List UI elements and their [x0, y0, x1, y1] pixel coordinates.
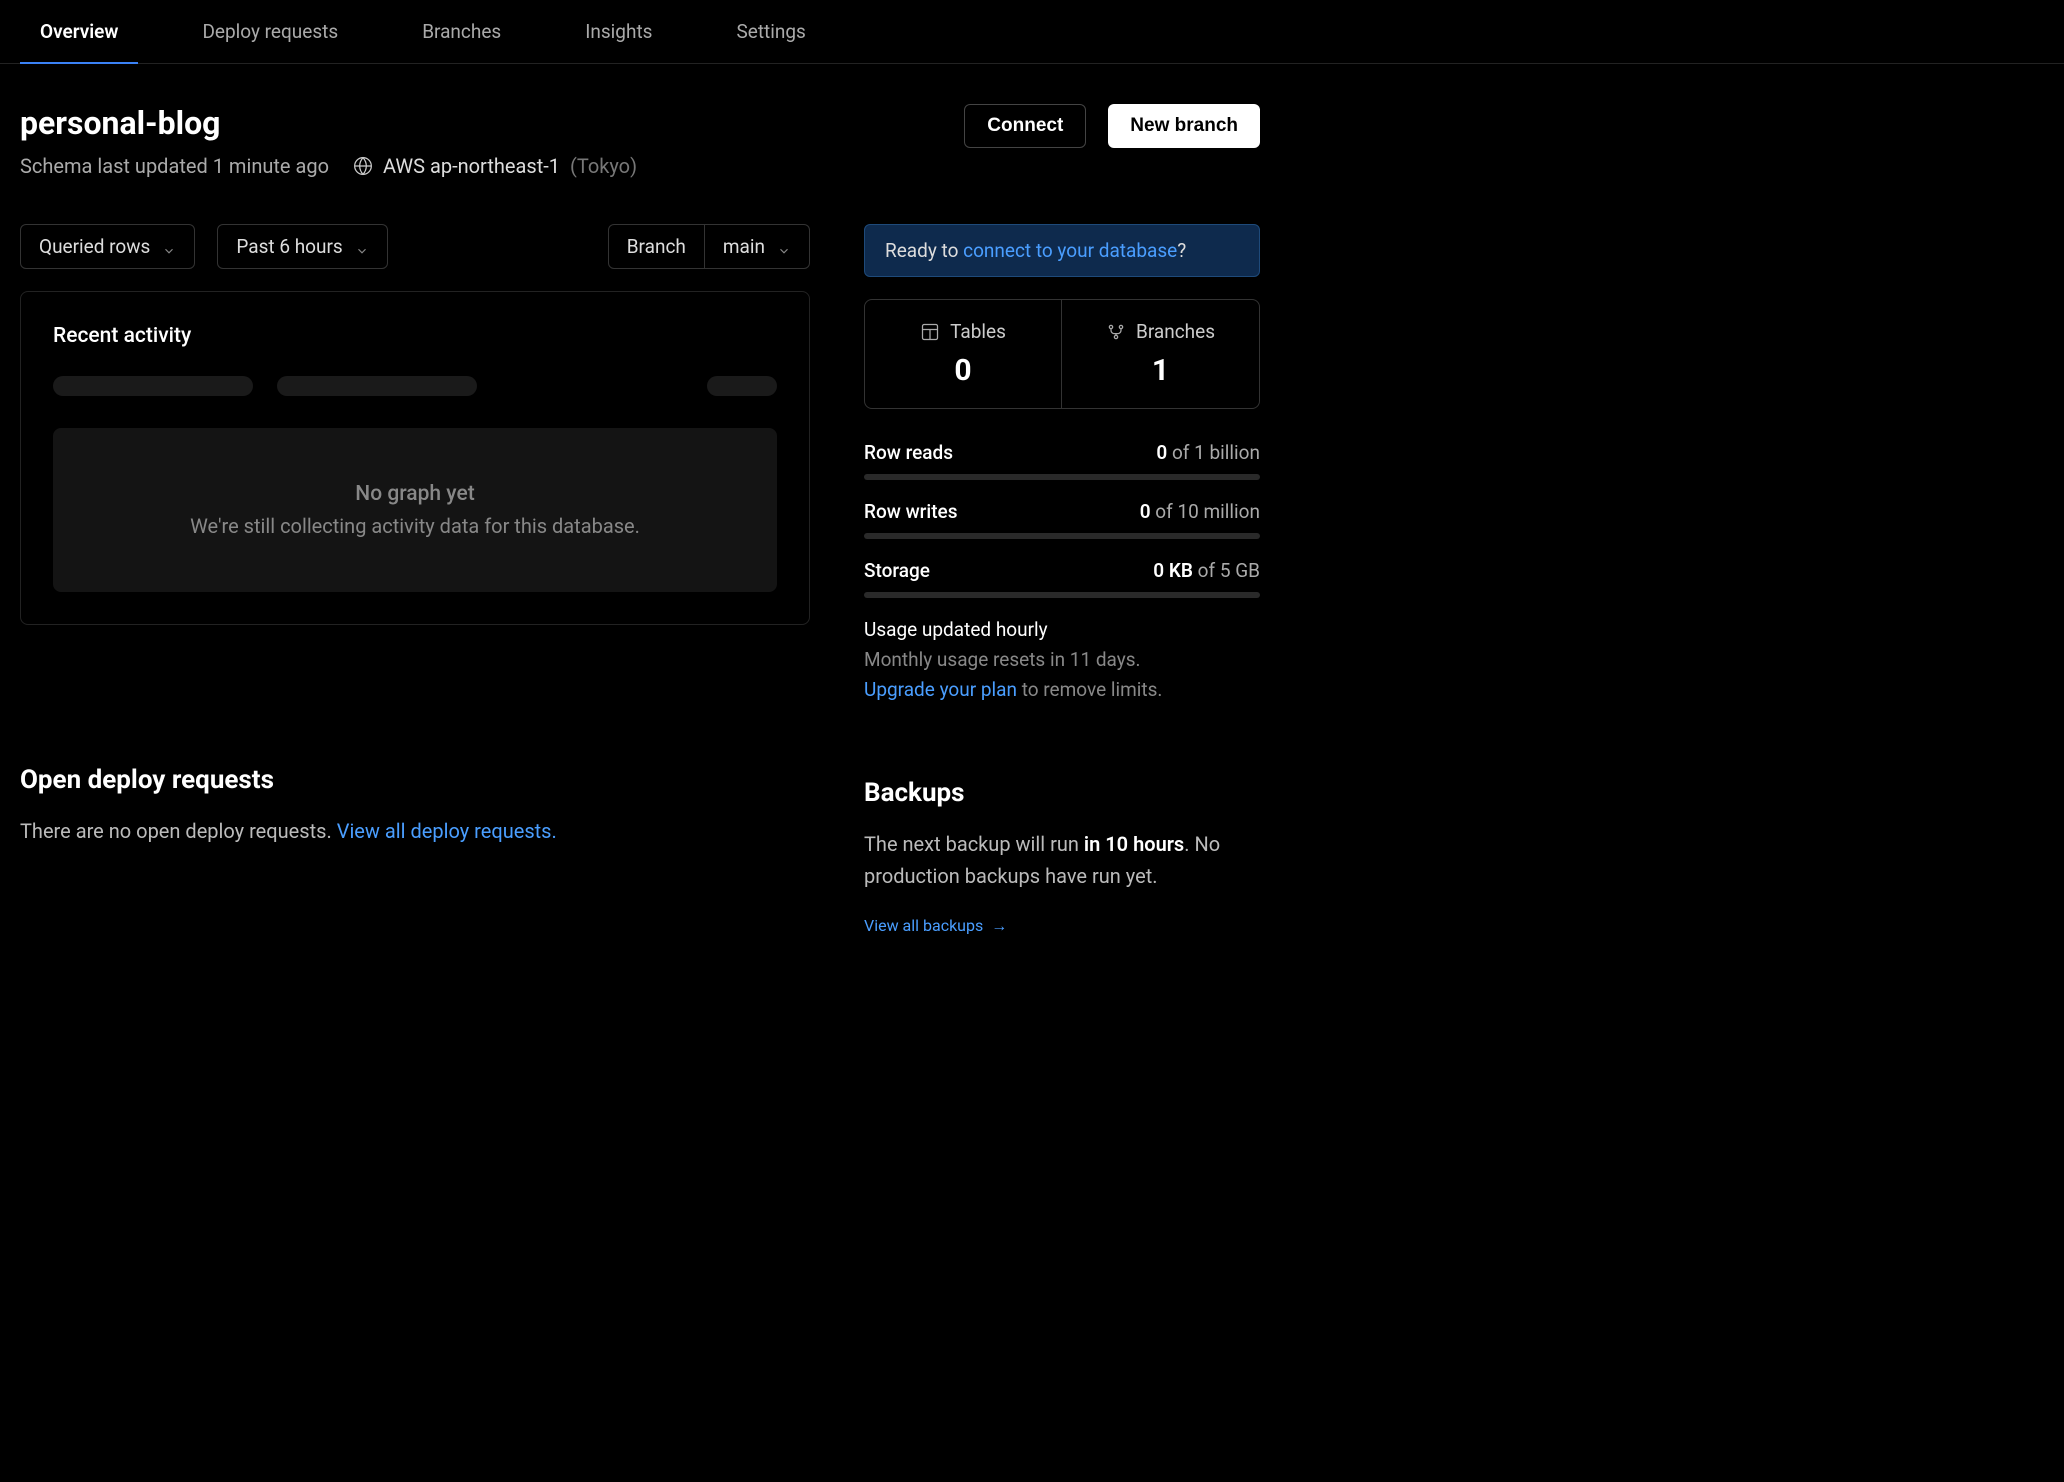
storage-limit: of 5 GB	[1193, 559, 1260, 582]
storage-bar	[864, 592, 1260, 598]
usage-resets: Monthly usage resets in 11 days.	[864, 648, 1141, 671]
storage-label: Storage	[864, 559, 930, 582]
activity-title: Recent activity	[53, 324, 777, 348]
chevron-down-icon	[777, 240, 791, 254]
tab-settings[interactable]: Settings	[716, 0, 825, 63]
new-branch-button[interactable]: New branch	[1108, 104, 1260, 148]
connect-banner: Ready to connect to your database?	[864, 224, 1260, 277]
branch-selector-label: Branch	[609, 225, 705, 268]
upgrade-suffix: to remove limits.	[1017, 678, 1162, 701]
branch-selector-value[interactable]: main	[705, 225, 809, 268]
branches-label: Branches	[1136, 320, 1215, 343]
storage-usage: Storage 0 KB of 5 GB	[864, 559, 1260, 598]
backups-text-prefix: The next backup will run	[864, 832, 1084, 856]
branches-stat[interactable]: Branches 1	[1062, 300, 1259, 408]
timerange-dropdown[interactable]: Past 6 hours	[217, 224, 387, 269]
storage-value: 0 KB	[1153, 559, 1193, 582]
region-city: (Tokyo)	[570, 154, 637, 178]
backups-title: Backups	[864, 778, 1260, 808]
view-all-backups-label: View all backups	[864, 916, 983, 935]
row-reads-usage: Row reads 0 of 1 billion	[864, 441, 1260, 480]
tables-value: 0	[885, 353, 1041, 388]
metric-dropdown-label: Queried rows	[39, 235, 150, 258]
tab-deploy-requests[interactable]: Deploy requests	[182, 0, 358, 63]
view-all-deploy-requests-link[interactable]: View all deploy requests.	[337, 819, 557, 843]
timerange-dropdown-label: Past 6 hours	[236, 235, 342, 258]
banner-prefix: Ready to	[885, 239, 963, 262]
arrow-right-icon: →	[991, 916, 1007, 936]
row-writes-label: Row writes	[864, 500, 958, 523]
row-reads-limit: of 1 billion	[1167, 441, 1260, 464]
branches-value: 1	[1082, 353, 1239, 388]
region-info: AWS ap-northeast-1 (Tokyo)	[353, 154, 637, 178]
row-reads-label: Row reads	[864, 441, 953, 464]
connect-button[interactable]: Connect	[964, 104, 1086, 148]
globe-icon	[353, 156, 373, 176]
connect-database-link[interactable]: connect to your database	[963, 239, 1177, 262]
nav-tabs: Overview Deploy requests Branches Insigh…	[0, 0, 2064, 64]
branch-selector: Branch main	[608, 224, 810, 269]
view-all-backups-link[interactable]: View all backups →	[864, 916, 1007, 936]
row-writes-value: 0	[1140, 500, 1151, 523]
row-reads-value: 0	[1156, 441, 1167, 464]
deploy-requests-title: Open deploy requests	[20, 765, 810, 795]
no-graph-subtitle: We're still collecting activity data for…	[73, 514, 757, 538]
row-writes-limit: of 10 million	[1151, 500, 1260, 523]
branch-icon	[1106, 322, 1126, 342]
usage-note: Usage updated hourly	[864, 618, 1260, 641]
schema-updated-text: Schema last updated 1 minute ago	[20, 154, 329, 178]
row-writes-usage: Row writes 0 of 10 million	[864, 500, 1260, 539]
tab-branches[interactable]: Branches	[402, 0, 521, 63]
database-title: personal-blog	[20, 104, 637, 142]
backups-text-bold: in 10 hours	[1084, 832, 1184, 856]
deploy-requests-empty: There are no open deploy requests.	[20, 819, 337, 843]
banner-suffix: ?	[1177, 239, 1186, 262]
row-reads-bar	[864, 474, 1260, 480]
chevron-down-icon	[162, 240, 176, 254]
tables-stat[interactable]: Tables 0	[865, 300, 1062, 408]
tab-overview[interactable]: Overview	[20, 0, 138, 63]
tab-insights[interactable]: Insights	[565, 0, 672, 63]
no-graph-placeholder: No graph yet We're still collecting acti…	[53, 428, 777, 592]
activity-card: Recent activity No graph yet We're still…	[20, 291, 810, 625]
table-icon	[920, 322, 940, 342]
metric-dropdown[interactable]: Queried rows	[20, 224, 195, 269]
tables-label: Tables	[950, 320, 1006, 343]
skeleton-loader	[53, 376, 777, 396]
no-graph-title: No graph yet	[73, 482, 757, 506]
chevron-down-icon	[355, 240, 369, 254]
upgrade-plan-link[interactable]: Upgrade your plan	[864, 678, 1017, 701]
row-writes-bar	[864, 533, 1260, 539]
branch-name: main	[723, 235, 765, 258]
region-provider: AWS ap-northeast-1	[383, 154, 560, 178]
stats-grid: Tables 0 Branches 1	[864, 299, 1260, 409]
